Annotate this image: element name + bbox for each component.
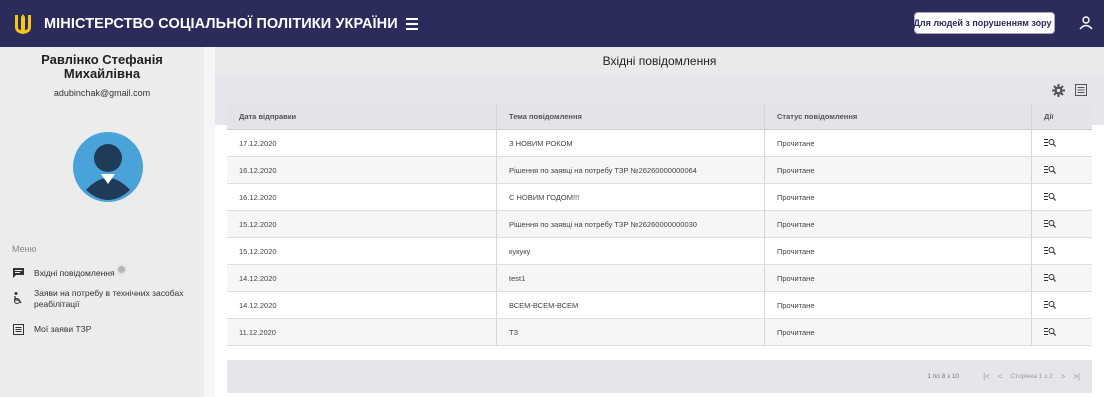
column-header-actions: Дії [1044,112,1054,121]
user-name-patronymic: Михайлівна [63,66,141,81]
sidebar-item-label: Вхідні повідомлення [34,268,115,278]
cell-date: 17.12.2020 [227,130,497,156]
table-body: 17.12.2020 З НОВИМ РОКОМ Прочитане 16.12.20… [227,130,1092,346]
sidebar: Равлінко Стефанія Михайлівна adubinchak@… [0,47,204,397]
cell-date: 15.12.2020 [227,211,497,237]
notification-badge [115,263,127,275]
cell-date: 14.12.2020 [227,292,497,318]
page-title: Вхідні повідомлення [215,47,1104,75]
table-row[interactable]: 11.12.2020 ТЗ Прочитане [227,319,1092,346]
cell-actions [1032,157,1092,183]
column-header-subject[interactable]: Тема повідомлення [497,104,765,129]
record-range: 1 по 8 з 10 [927,373,960,380]
sidebar-item-label-line1: Заяви на потребу в технічних засобах [34,288,184,298]
list-icon [12,323,24,335]
menu-heading: Меню [12,244,37,254]
accessibility-button[interactable]: Для людей з порушенням зору [913,12,1055,34]
cell-status: Прочитане [765,319,1032,345]
user-email: adubinchak@gmail.com [53,88,151,98]
cell-subject: Рішення по заявці на потребу ТЗР №262600… [497,211,765,237]
cell-actions [1032,184,1092,210]
table-footer: 1 по 8 з 10 |< < Сторінка 1 з 2 > >| [227,360,1092,393]
accessibility-button-label: Для людей з порушенням зору [913,18,1052,28]
column-header-status[interactable]: Статус повідомлення [765,104,1032,129]
wheelchair-icon [12,292,24,304]
page-indicator: Сторінка 1 з 2 [1010,373,1053,380]
sidebar-item-label: Заяви на потребу в технічних засобах реа… [34,288,183,310]
view-details-icon[interactable] [1044,165,1056,175]
view-details-icon[interactable] [1044,138,1056,148]
first-page-button[interactable]: |< [983,372,990,381]
messages-table: Дата відправки Тема повідомлення Статус … [227,104,1092,346]
cell-subject: кукуку [497,238,765,264]
cell-actions [1032,130,1092,156]
user-name-first: Равлінко Стефанія [41,52,163,67]
user-name: Равлінко Стефанія Михайлівна [0,53,204,81]
cell-status: Прочитане [765,184,1032,210]
cell-date: 14.12.2020 [227,265,497,291]
ministry-title[interactable]: МІНІСТЕРСТВО СОЦІАЛЬНОЇ ПОЛІТИКИ УКРАЇНИ [44,16,398,32]
cell-subject: test1 [497,265,765,291]
view-details-icon[interactable] [1044,327,1056,337]
sidebar-divider [204,47,215,397]
sidebar-item-label-line2: реабілітації [34,299,80,309]
column-header-date[interactable]: Дата відправки [227,104,497,129]
table-row[interactable]: 16.12.2020 С НОВИМ ГОДОМ!!! Прочитане [227,184,1092,211]
next-page-button[interactable]: > [1061,372,1066,381]
table-header: Дата відправки Тема повідомлення Статус … [227,104,1092,130]
cell-status: Прочитане [765,130,1032,156]
sidebar-item-my-requests[interactable]: Мої заяви ТЗР [12,323,91,335]
prev-page-button[interactable]: < [998,372,1003,381]
cell-subject: С НОВИМ ГОДОМ!!! [497,184,765,210]
view-details-icon[interactable] [1044,300,1056,310]
user-account-icon[interactable] [1079,16,1093,30]
cell-actions [1032,211,1092,237]
cell-subject: ВСЕМ-ВСЕМ-ВСЕМ [497,292,765,318]
sidebar-item-label: Мої заяви ТЗР [34,324,92,334]
avatar [73,132,143,202]
cell-date: 16.12.2020 [227,157,497,183]
last-page-button[interactable]: >| [1073,372,1080,381]
view-details-icon[interactable] [1044,246,1056,256]
sidebar-item-inbox[interactable]: Вхідні повідомлення [12,263,127,279]
cell-status: Прочитане [765,157,1032,183]
cell-date: 11.12.2020 [227,319,497,345]
cell-subject: Рішення по заявці на потребу ТЗР №262600… [497,157,765,183]
view-details-icon[interactable] [1044,219,1056,229]
columns-icon[interactable] [1075,84,1087,96]
cell-actions [1032,319,1092,345]
cell-actions [1032,265,1092,291]
cell-status: Прочитане [765,292,1032,318]
cell-status: Прочитане [765,265,1032,291]
cell-status: Прочитане [765,211,1032,237]
coat-of-arms-icon [12,13,34,35]
gear-icon[interactable] [1052,84,1065,97]
message-icon [12,267,24,279]
pagination: |< < Сторінка 1 з 2 > >| [983,372,1080,381]
table-row[interactable]: 15.12.2020 кукуку Прочитане [227,238,1092,265]
menu-toggle-icon[interactable] [404,16,420,32]
cell-actions [1032,292,1092,318]
table-row[interactable]: 17.12.2020 З НОВИМ РОКОМ Прочитане [227,130,1092,157]
table-row[interactable]: 16.12.2020 Рішення по заявці на потребу Т… [227,157,1092,184]
cell-actions [1032,238,1092,264]
view-details-icon[interactable] [1044,273,1056,283]
table-row[interactable]: 15.12.2020 Рішення по заявці на потребу Т… [227,211,1092,238]
sidebar-item-requests[interactable]: Заяви на потребу в технічних засобах реа… [12,288,183,310]
table-row[interactable]: 14.12.2020 test1 Прочитане [227,265,1092,292]
cell-date: 16.12.2020 [227,184,497,210]
view-details-icon[interactable] [1044,192,1056,202]
table-row[interactable]: 14.12.2020 ВСЕМ-ВСЕМ-ВСЕМ Прочитане [227,292,1092,319]
cell-status: Прочитане [765,238,1032,264]
cell-date: 15.12.2020 [227,238,497,264]
cell-subject: ТЗ [497,319,765,345]
cell-subject: З НОВИМ РОКОМ [497,130,765,156]
